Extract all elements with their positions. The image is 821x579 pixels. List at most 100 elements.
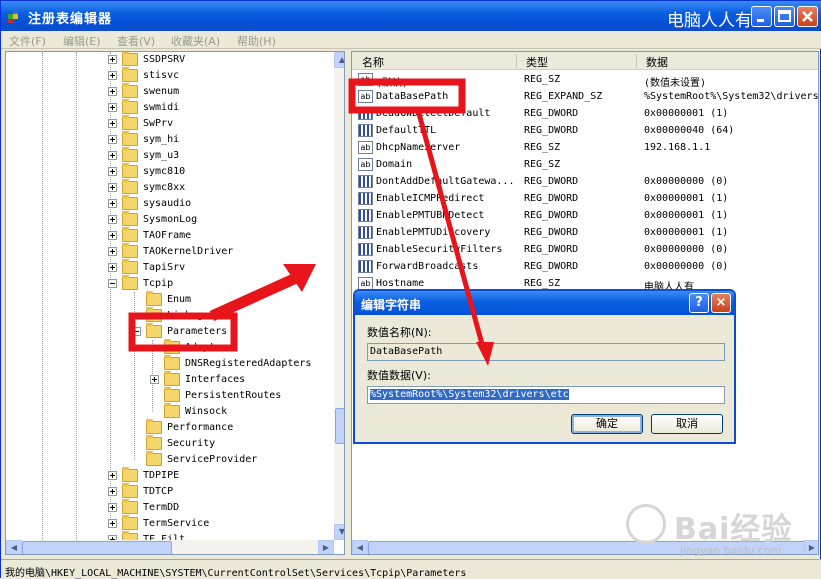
tree-horizontal-scrollbar[interactable]: ◀ ▶ [6, 540, 334, 554]
value-data: 0x00000001 (1) [644, 227, 729, 238]
folder-icon [164, 403, 180, 418]
value-name: Domain [376, 159, 413, 170]
menu-file[interactable]: 文件(F) [9, 33, 46, 49]
expand-icon[interactable] [108, 487, 117, 496]
expand-icon[interactable] [108, 199, 117, 208]
tree-vertical-scrollbar[interactable]: ▲ ▼ [334, 52, 345, 540]
collapse-icon[interactable] [132, 327, 141, 336]
value-data: 0x00000001 (1) [644, 193, 729, 204]
value-name-field: DataBasePath [367, 343, 725, 361]
arrow-left-icon: ◀ [356, 543, 364, 552]
list-row[interactable]: ab DataBasePath REG_EXPAND_SZ %SystemRoot%\… [352, 88, 818, 105]
column-type-header[interactable]: 类型 [526, 54, 548, 70]
value-name: Hostname [376, 278, 425, 289]
minimize-button[interactable] [751, 6, 772, 27]
maximize-button[interactable] [774, 6, 795, 27]
arrow-up-icon: ▲ [338, 55, 345, 64]
tree-guide-line [76, 52, 77, 540]
scroll-thumb[interactable] [22, 541, 172, 554]
expand-icon[interactable] [108, 135, 117, 144]
help-button[interactable]: ? [689, 293, 709, 313]
value-type: REG_DWORD [524, 108, 579, 119]
expand-icon[interactable] [108, 71, 117, 80]
expand-icon[interactable] [108, 119, 117, 128]
list-row[interactable]: ab (默认) REG_SZ (数值未设置) [352, 71, 818, 89]
expand-icon[interactable] [108, 87, 117, 96]
expand-icon[interactable] [108, 519, 117, 528]
list-row[interactable]: ab DhcpNameServer REG_SZ 192.168.1.1 [352, 139, 818, 156]
value-name: ForwardBroadcasts [376, 261, 479, 272]
folder-icon [164, 339, 180, 354]
baidu-watermark: Bai经验 jingyan.baidu.com [618, 500, 808, 564]
menu-help[interactable]: 帮助(H) [237, 33, 276, 49]
close-button[interactable] [797, 6, 818, 27]
expand-icon[interactable] [108, 183, 117, 192]
registry-tree[interactable]: SSDPSRV stisvc swenum swmidi SwPrv sym_hi sym_… [5, 51, 345, 555]
tree-item-label: Adapters [185, 342, 234, 353]
expand-icon[interactable] [108, 231, 117, 240]
scroll-up-button[interactable]: ▲ [334, 52, 345, 68]
collapse-icon[interactable] [108, 279, 117, 288]
value-data-input[interactable]: %SystemRoot%\System32\drivers\etc [367, 386, 725, 404]
ok-button[interactable]: 确定 [571, 414, 643, 434]
tree-item-label: SysmonLog [143, 214, 198, 225]
folder-icon [122, 52, 138, 66]
value-type: REG_DWORD [524, 125, 579, 136]
list-row[interactable]: EnablePMTUDiscovery REG_DWORD 0x00000001 (… [352, 224, 818, 241]
string-value-icon: ab [358, 141, 373, 154]
cancel-button[interactable]: 取消 [651, 414, 723, 434]
column-name-header[interactable]: 名称 [362, 54, 384, 70]
folder-icon [122, 99, 138, 114]
dialog-title: 编辑字符串 [361, 298, 422, 312]
value-type: REG_SZ [524, 142, 561, 153]
expand-icon[interactable] [108, 247, 117, 256]
value-data: 0x00000001 (1) [644, 108, 729, 119]
tree-item-label: Tcpip [143, 278, 174, 289]
list-row[interactable]: EnableSecurityFilters REG_DWORD 0x00000000… [352, 241, 818, 258]
tree-guide-line [134, 292, 135, 460]
scroll-right-button[interactable]: ▶ [318, 540, 334, 554]
tree-item-label: SwPrv [143, 118, 174, 129]
tree-item-label: TapiSrv [143, 262, 186, 273]
expand-icon[interactable] [108, 167, 117, 176]
list-row[interactable]: EnableICMPRedirect REG_DWORD 0x00000001 (1… [352, 190, 818, 207]
list-row[interactable]: EnablePMTUBHDetect REG_DWORD 0x00000001 (1… [352, 207, 818, 224]
dialog-title-bar[interactable]: 编辑字符串 ? × [355, 291, 734, 315]
folder-icon [146, 291, 162, 306]
menu-favorites[interactable]: 收藏夹(A) [171, 33, 220, 49]
expand-icon[interactable] [108, 471, 117, 480]
tree-item-label: swenum [143, 86, 180, 97]
binary-value-icon [358, 175, 373, 188]
column-data-header[interactable]: 数据 [646, 54, 668, 70]
expand-icon[interactable] [150, 375, 159, 384]
string-value-icon: ab [358, 158, 373, 171]
list-row[interactable]: DeadGWDetectDefault REG_DWORD 0x00000001 (… [352, 105, 818, 122]
dialog-close-button[interactable]: × [711, 293, 731, 313]
expand-icon[interactable] [108, 151, 117, 160]
expand-icon[interactable] [108, 263, 117, 272]
value-data: (数值未设置) [644, 78, 707, 89]
list-row[interactable]: ab Domain REG_SZ [352, 156, 818, 173]
tree-item-label: SSDPSRV [143, 54, 186, 65]
scroll-down-button[interactable]: ▼ [334, 524, 344, 540]
scroll-left-button[interactable]: ◀ [352, 540, 368, 554]
expand-icon[interactable] [108, 215, 117, 224]
folder-icon [122, 243, 138, 258]
list-row[interactable]: ForwardBroadcasts REG_DWORD 0x00000000 (0) [352, 258, 818, 275]
tree-item-label: TAOKernelDriver [143, 246, 234, 257]
scroll-left-button[interactable]: ◀ [6, 540, 22, 554]
folder-icon [146, 307, 162, 322]
expand-icon[interactable] [108, 503, 117, 512]
binary-value-icon [358, 226, 373, 239]
list-row[interactable]: DefaultTTL REG_DWORD 0x00000040 (64) [352, 122, 818, 139]
list-row[interactable]: DontAddDefaultGatewa... REG_DWORD 0x000000… [352, 173, 818, 190]
expand-icon[interactable] [108, 103, 117, 112]
scroll-thumb[interactable] [335, 408, 344, 444]
expand-icon[interactable] [108, 55, 117, 64]
title-bar[interactable]: 注册表编辑器 电脑人人有 [1, 1, 821, 31]
menu-edit[interactable]: 编辑(E) [63, 33, 101, 49]
folder-icon [122, 179, 138, 194]
value-name: EnablePMTUDiscovery [376, 227, 491, 238]
menu-view[interactable]: 查看(V) [117, 33, 155, 49]
binary-value-icon [358, 260, 373, 273]
